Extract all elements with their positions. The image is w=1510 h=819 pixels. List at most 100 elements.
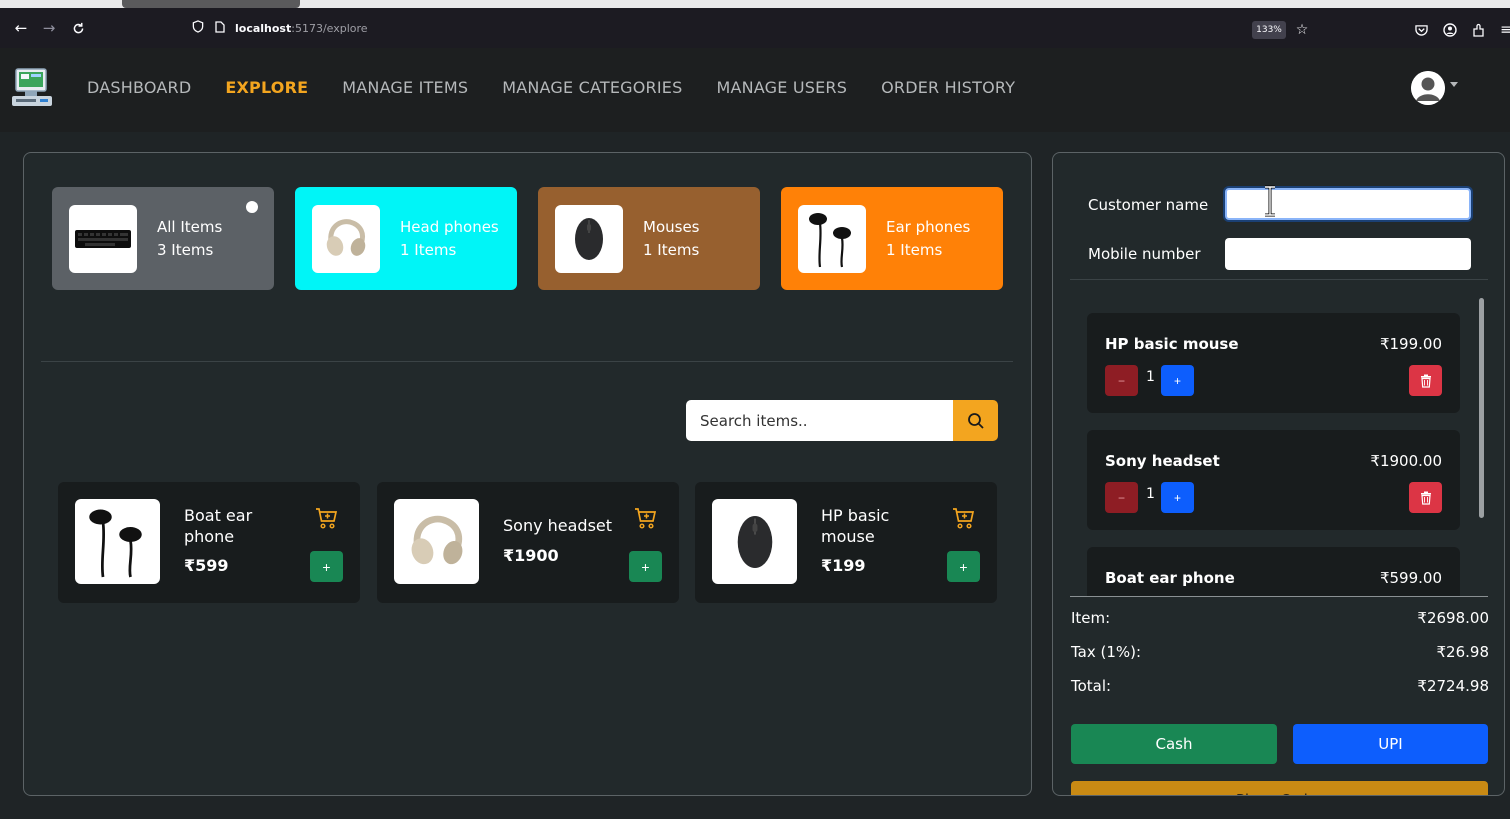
earphones-icon (798, 204, 866, 273)
avatar-dropdown-icon[interactable] (1450, 82, 1458, 87)
summary-total-label: Total: (1071, 677, 1112, 695)
customer-name-input[interactable] (1225, 188, 1471, 220)
category-text: Ear phones 1 Items (886, 216, 970, 262)
user-avatar-icon[interactable] (1411, 71, 1445, 105)
add-to-cart-button[interactable]: + (947, 551, 980, 582)
main-nav: DASHBOARD EXPLORE MANAGE ITEMS MANAGE CA… (87, 78, 1015, 97)
cart-item-price: ₹199.00 (1379, 335, 1442, 353)
nav-manage-categories[interactable]: MANAGE CATEGORIES (502, 78, 682, 97)
cart-list: HP basic mouse ₹199.00 − 1 + Sony headse… (1087, 313, 1460, 596)
browser-tab[interactable] (122, 0, 300, 8)
summary-tax-label: Tax (1%): (1071, 643, 1142, 661)
mobile-number-label: Mobile number (1088, 245, 1201, 263)
forward-arrow-icon[interactable]: → (37, 16, 61, 40)
cart-item-name: Boat ear phone (1105, 569, 1235, 587)
form-divider (1070, 279, 1488, 280)
minus-icon: − (1117, 490, 1125, 505)
upi-button[interactable]: UPI (1293, 724, 1488, 764)
search-input[interactable] (686, 400, 953, 441)
zoom-badge[interactable]: 133% (1252, 21, 1286, 39)
trash-icon (1420, 491, 1431, 505)
plus-icon: + (1173, 373, 1181, 388)
plus-icon: + (1173, 490, 1181, 505)
customer-name-label: Customer name (1088, 196, 1209, 214)
add-to-cart-button[interactable]: + (310, 551, 343, 582)
pocket-icon[interactable] (1411, 20, 1431, 40)
item-price: ₹599 (184, 556, 229, 575)
cart-item: Boat ear phone ₹599.00 − 1 + (1087, 547, 1460, 596)
summary-item-row: Item: ₹2698.00 (1071, 609, 1489, 627)
mobile-number-input[interactable] (1225, 238, 1471, 270)
reload-icon[interactable] (66, 16, 90, 40)
summary-tax-value: ₹26.98 (1436, 643, 1490, 661)
keyboard-icon (69, 204, 137, 273)
cash-button[interactable]: Cash (1071, 724, 1277, 764)
app-navbar: DASHBOARD EXPLORE MANAGE ITEMS MANAGE CA… (0, 48, 1510, 132)
nav-explore[interactable]: EXPLORE (225, 78, 308, 97)
cart-item-name: Sony headset (1105, 452, 1220, 470)
mouse-icon (712, 499, 797, 584)
nav-order-history[interactable]: ORDER HISTORY (881, 78, 1015, 97)
qty-value: 1 (1146, 486, 1155, 502)
category-name: Ear phones (886, 217, 971, 236)
back-arrow-icon[interactable]: ← (9, 16, 33, 40)
decrease-qty-button[interactable]: − (1105, 365, 1138, 396)
item-name: HP basic mouse (821, 506, 890, 546)
nav-manage-items[interactable]: MANAGE ITEMS (342, 78, 468, 97)
category-card-mouses[interactable]: Mouses 1 Items (538, 187, 760, 290)
category-name: All Items (157, 217, 223, 236)
mouse-icon (555, 204, 623, 273)
account-icon[interactable] (1440, 20, 1460, 40)
category-name: Head phones (400, 217, 499, 236)
cart-item-price: ₹599.00 (1379, 569, 1442, 587)
cart-icon[interactable] (315, 506, 339, 530)
category-card-ear-phones[interactable]: Ear phones 1 Items (781, 187, 1003, 290)
category-count: 3 Items (157, 240, 214, 259)
cart-item-name: HP basic mouse (1105, 335, 1239, 353)
item-name: Boat ear phone (184, 506, 253, 546)
url-bar[interactable]: localhost:5173/explore (182, 14, 1322, 42)
summary-divider (1070, 596, 1488, 597)
category-card-head-phones[interactable]: Head phones 1 Items (295, 187, 517, 290)
search-icon (967, 412, 984, 429)
trash-icon (1420, 374, 1431, 388)
cart-item-price: ₹1900.00 (1370, 452, 1442, 470)
browser-toolbar: ← → localhost:5173/explore 133% ☆ ≡ (0, 8, 1510, 48)
increase-qty-button[interactable]: + (1161, 482, 1194, 513)
shield-icon (192, 20, 204, 36)
earphones-icon (75, 499, 160, 584)
add-to-cart-button[interactable]: + (629, 551, 662, 582)
plus-icon: + (641, 558, 650, 575)
delete-item-button[interactable] (1409, 482, 1442, 513)
bookmark-star-icon[interactable]: ☆ (1292, 20, 1312, 40)
summary-total-value: ₹2724.98 (1417, 677, 1489, 695)
url-text: localhost:5173/explore (235, 22, 368, 35)
plus-icon: + (959, 558, 968, 575)
search-button[interactable] (953, 400, 998, 441)
category-text: Head phones 1 Items (400, 216, 499, 262)
cart-icon[interactable] (634, 506, 658, 530)
category-count: 1 Items (400, 240, 457, 259)
menu-icon[interactable]: ≡ (1496, 20, 1510, 40)
extensions-icon[interactable] (1469, 20, 1489, 40)
category-card-all-items[interactable]: All Items 3 Items (52, 187, 274, 290)
cart-icon[interactable] (952, 506, 976, 530)
explore-panel: All Items 3 Items Head phones 1 Items Mo… (23, 152, 1032, 796)
plus-icon: + (322, 558, 331, 575)
item-card-hp-basic-mouse: HP basic mouse ₹199 + (695, 482, 997, 603)
nav-manage-users[interactable]: MANAGE USERS (716, 78, 847, 97)
pos-logo-icon[interactable] (11, 67, 53, 109)
search-box (686, 400, 998, 441)
delete-item-button[interactable] (1409, 365, 1442, 396)
increase-qty-button[interactable]: + (1161, 365, 1194, 396)
nav-dashboard[interactable]: DASHBOARD (87, 78, 191, 97)
headphones-icon (312, 204, 380, 273)
url-path: :5173/explore (291, 21, 368, 35)
headphones-icon (394, 499, 479, 584)
place-order-button[interactable]: Place Order (1071, 781, 1488, 795)
item-card-sony-headset: Sony headset ₹1900 + (377, 482, 679, 603)
cart-scrollbar[interactable] (1479, 298, 1484, 518)
summary-total-row: Total: ₹2724.98 (1071, 677, 1489, 695)
category-name: Mouses (643, 217, 700, 236)
decrease-qty-button[interactable]: − (1105, 482, 1138, 513)
